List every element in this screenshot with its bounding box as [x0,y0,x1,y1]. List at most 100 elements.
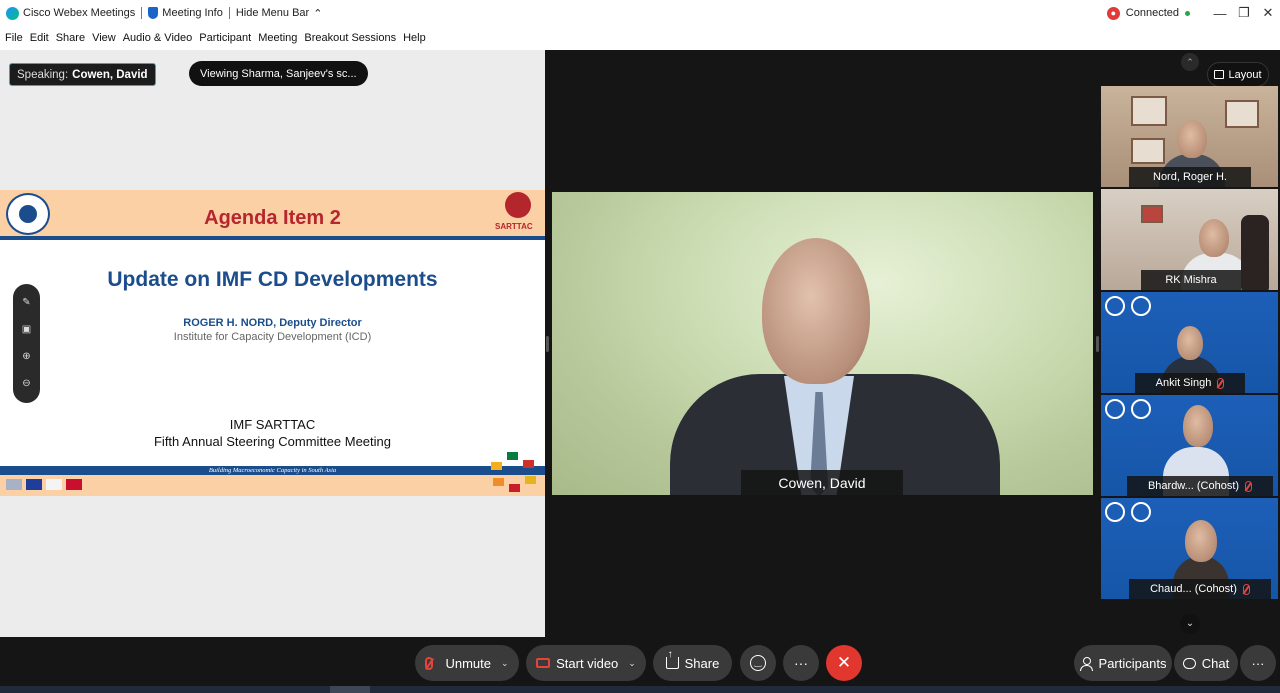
active-speaker-name: Cowen, David [741,470,903,495]
korea-flag-icon [46,479,62,490]
layout-icon [1214,70,1225,79]
partner-logos [6,479,82,490]
emoji-icon: ‿ [750,655,766,671]
start-video-button[interactable]: Start video ⌄ [526,645,646,681]
participant-name: RK Mishra [1165,274,1217,286]
minimize-icon[interactable]: — [1208,6,1232,21]
hide-menu-label: Hide Menu Bar [235,7,310,19]
chat-label: Chat [1201,655,1230,671]
connection-status-icon: ● [1106,6,1120,20]
reactions-button[interactable]: ‿ [740,645,776,681]
title-bar-right: ● Connected — ❐ ✕ [1106,0,1280,26]
imf-logo-icon [1105,296,1125,316]
wall-frame [1131,138,1165,164]
unmute-button[interactable]: Unmute ⌄ [415,645,519,681]
webex-logo-icon [6,6,19,20]
active-speaker-video[interactable]: Cowen, David [552,192,1093,495]
taskbar [0,686,1280,693]
share-icon [665,649,679,669]
meeting-info-label: Meeting Info [162,7,223,19]
chat-button[interactable]: Chat [1174,645,1238,681]
muted-mic-icon [1217,377,1225,389]
presentation-slide: Agenda Item 2 SARTTAC Update on IMF CD D… [0,190,545,496]
slide-institute: Institute for Capacity Development (ICD) [173,331,372,343]
status-dot-icon [1185,10,1190,16]
participant-name: Bhardw... (Cohost) [1147,480,1240,492]
close-icon[interactable]: ✕ [1256,5,1280,21]
zoom-out-icon[interactable]: ⊖ [20,377,34,391]
participant-head [1177,120,1207,158]
leave-meeting-button[interactable]: ✕ [826,645,862,681]
chevron-down-icon[interactable]: ⌄ [628,658,636,669]
panel-overflow-button[interactable]: ··· [1240,645,1276,681]
left-divider-handle[interactable] [546,336,549,352]
scroll-down-icon[interactable]: ⌄ [1180,614,1200,634]
participants-icon [1079,656,1093,671]
menu-view[interactable]: View [92,32,116,44]
hide-menu-bar-button[interactable]: Hide Menu Bar ⌃ [230,7,329,20]
right-divider-handle[interactable] [1096,336,1099,352]
participant-name-bar: Ankit Singh [1135,373,1245,393]
participant-head [1199,219,1229,257]
flag-icon [491,462,502,470]
participant-name-bar: RK Mishra [1141,270,1241,290]
muted-mic-icon [1242,583,1250,595]
slide-agenda-heading: Agenda Item 2 [204,207,341,229]
shared-screen: Speaking: Cowen, David Viewing Sharma, S… [0,50,545,637]
menu-share[interactable]: Share [56,32,85,44]
participant-name-bar: Bhardw... (Cohost) [1127,476,1273,496]
layout-button[interactable]: Layout [1207,62,1269,87]
remote-control-icon[interactable]: ▣ [20,323,34,337]
menu-audio-video[interactable]: Audio & Video [123,32,193,44]
start-video-label: Start video [556,655,619,671]
scroll-up-icon[interactable]: ⌃ [1181,53,1199,71]
participants-button[interactable]: Participants [1074,645,1172,681]
zoom-in-icon[interactable]: ⊕ [20,350,34,364]
menu-breakout-sessions[interactable]: Breakout Sessions [304,32,396,44]
app-title: Cisco Webex Meetings [0,6,141,20]
connection-status[interactable]: Connected [1126,7,1179,19]
menu-participant[interactable]: Participant [199,32,251,44]
slide-author: ROGER H. NORD, Deputy Director [183,317,362,329]
imf-logo-icon [1105,399,1125,419]
sarttac-logo: SARTTAC [495,192,537,234]
slide-tagline: Building Macroeconomic Capacity in South… [208,467,337,474]
close-icon: ✕ [836,653,852,672]
viewing-label: Viewing Sharma, Sanjeev's sc... [200,67,357,80]
participant-tile[interactable]: RK Mishra [1101,189,1278,290]
menu-meeting[interactable]: Meeting [258,32,297,44]
slide-header-bar [0,236,545,240]
uk-flag-icon [66,479,82,490]
participant-tile[interactable]: Ankit Singh [1101,292,1278,393]
sarttac-logo-icon [1131,399,1151,419]
partner-logo [6,479,22,490]
speaking-label: Speaking: [17,68,69,81]
country-flags [491,452,541,496]
meeting-info-button[interactable]: Meeting Info [142,7,229,19]
participant-name: Nord, Roger H. [1153,171,1227,183]
slide-organization: IMF SARTTAC [229,417,316,432]
annotation-toolbar: ✎ ▣ ⊕ ⊖ [13,284,40,403]
shield-icon [148,7,159,19]
menu-edit[interactable]: Edit [30,32,49,44]
menu-help[interactable]: Help [403,32,426,44]
layout-label: Layout [1228,68,1262,81]
participant-tile[interactable]: Bhardw... (Cohost) [1101,395,1278,496]
participant-head [1185,520,1217,562]
taskbar-active-app[interactable] [330,686,370,693]
restore-icon[interactable]: ❐ [1232,5,1256,21]
menu-file[interactable]: File [5,32,23,44]
more-options-button[interactable]: ··· [783,645,819,681]
muted-mic-icon [425,656,434,670]
imf-logo-icon [1105,502,1125,522]
participant-head [1183,405,1213,447]
annotate-icon[interactable]: ✎ [20,296,34,310]
share-button[interactable]: Share [653,645,732,681]
participant-tile[interactable]: Chaud... (Cohost) [1101,498,1278,599]
chevron-down-icon[interactable]: ⌄ [501,658,509,669]
speaking-name: Cowen, David [72,68,148,81]
overflow-icon: ··· [1251,655,1265,671]
viewing-share-indicator[interactable]: Viewing Sharma, Sanjeev's sc... [189,61,368,86]
participant-tile[interactable]: Nord, Roger H. [1101,86,1278,187]
chat-icon [1182,657,1196,669]
